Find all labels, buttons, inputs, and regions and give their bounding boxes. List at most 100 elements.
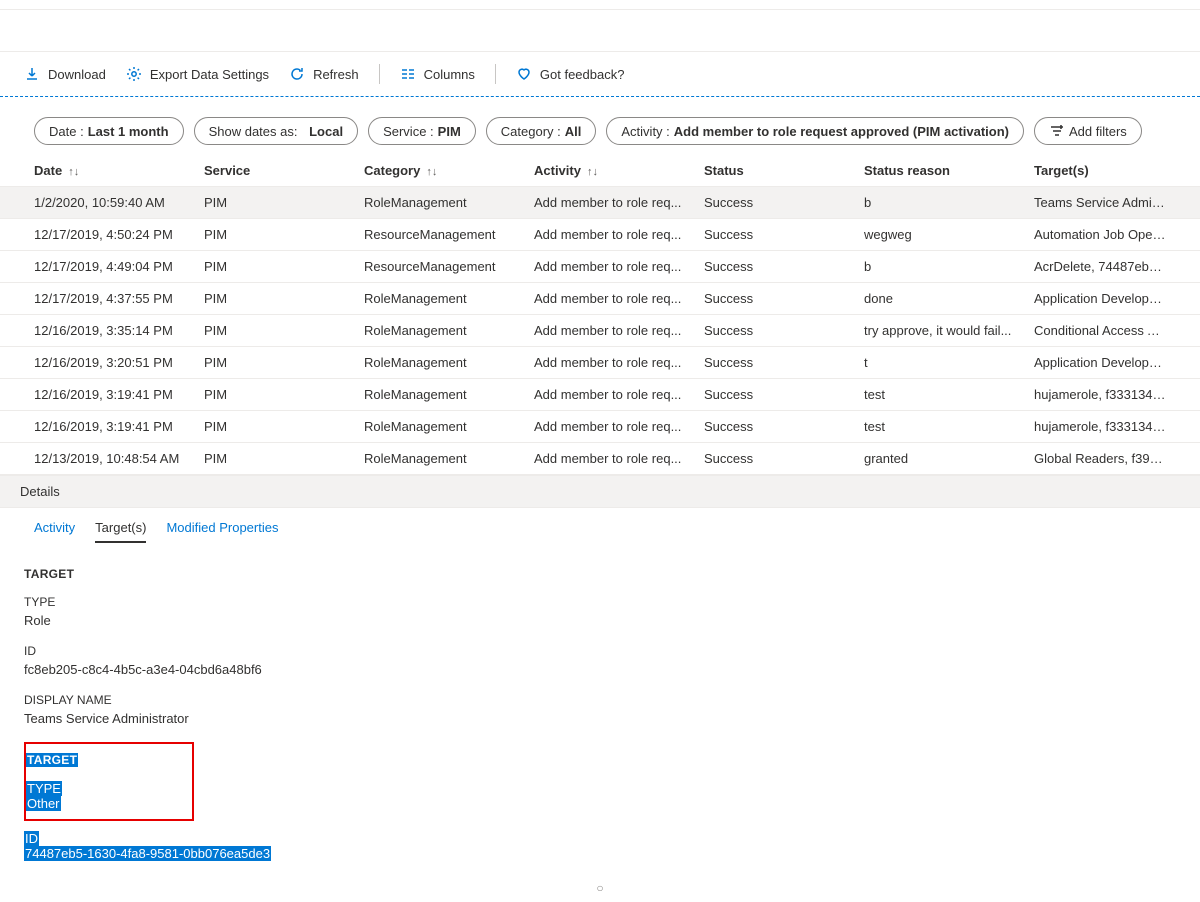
cell-status: Success xyxy=(704,227,864,242)
filter-date[interactable]: Date : Last 1 month xyxy=(34,117,184,145)
columns-label: Columns xyxy=(424,67,475,82)
cell-category: ResourceManagement xyxy=(364,227,534,242)
filter-service[interactable]: Service : PIM xyxy=(368,117,476,145)
col-header-status-reason[interactable]: Status reason xyxy=(864,163,1034,178)
table-row[interactable]: 12/13/2019, 10:48:54 AMPIMRoleManagement… xyxy=(0,443,1200,475)
tab-activity[interactable]: Activity xyxy=(34,514,75,543)
details-body: TARGET TYPE Role ID fc8eb205-c8c4-4b5c-a… xyxy=(0,543,1200,877)
download-label: Download xyxy=(48,67,106,82)
cell-status: Success xyxy=(704,451,864,466)
cell-targets: Teams Service Administr... xyxy=(1034,195,1176,210)
table-row[interactable]: 12/16/2019, 3:19:41 PMPIMRoleManagementA… xyxy=(0,411,1200,443)
cell-service: PIM xyxy=(204,451,364,466)
cell-date: 12/13/2019, 10:48:54 AM xyxy=(34,451,204,466)
cell-status: Success xyxy=(704,387,864,402)
cell-service: PIM xyxy=(204,387,364,402)
cell-status: Success xyxy=(704,291,864,306)
columns-icon xyxy=(400,66,416,82)
target2-type-label: TYPE xyxy=(26,781,62,796)
refresh-button[interactable]: Refresh xyxy=(289,66,359,82)
col-header-category[interactable]: Category↑↓ xyxy=(364,163,534,178)
cell-date: 12/17/2019, 4:37:55 PM xyxy=(34,291,204,306)
table-row[interactable]: 12/17/2019, 4:50:24 PMPIMResourceManagem… xyxy=(0,219,1200,251)
cell-date: 12/17/2019, 4:50:24 PM xyxy=(34,227,204,242)
cell-status: Success xyxy=(704,259,864,274)
cell-date: 12/16/2019, 3:20:51 PM xyxy=(34,355,204,370)
cell-date: 12/16/2019, 3:19:41 PM xyxy=(34,387,204,402)
table-row[interactable]: 12/17/2019, 4:49:04 PMPIMResourceManagem… xyxy=(0,251,1200,283)
table-row[interactable]: 12/16/2019, 3:35:14 PMPIMRoleManagementA… xyxy=(0,315,1200,347)
col-header-targets[interactable]: Target(s) xyxy=(1034,163,1176,178)
highlighted-target-box: TARGET TYPE Other xyxy=(24,742,194,821)
cell-activity: Add member to role req... xyxy=(534,419,704,434)
cell-reason: test xyxy=(864,419,1034,434)
columns-button[interactable]: Columns xyxy=(400,66,475,82)
cell-status: Success xyxy=(704,195,864,210)
cell-status: Success xyxy=(704,323,864,338)
cell-service: PIM xyxy=(204,259,364,274)
target2-id-value: 74487eb5-1630-4fa8-9581-0bb076ea5de3 xyxy=(24,846,271,861)
resize-handle[interactable]: ○ xyxy=(0,881,1200,895)
download-icon xyxy=(24,66,40,82)
target2-section-title: TARGET xyxy=(26,753,78,767)
separator xyxy=(495,64,496,84)
cell-targets: Global Readers, f39b575... xyxy=(1034,451,1176,466)
tab-modified-properties[interactable]: Modified Properties xyxy=(166,514,278,543)
filter-category-value: All xyxy=(565,124,582,139)
table-header: Date↑↓ Service Category↑↓ Activity↑↓ Sta… xyxy=(0,155,1200,187)
filter-service-label: Service : xyxy=(383,124,434,139)
cell-category: RoleManagement xyxy=(364,355,534,370)
filter-showdates-label: Show dates as: xyxy=(209,124,298,139)
target1-display-value: Teams Service Administrator xyxy=(24,711,1176,726)
cell-activity: Add member to role req... xyxy=(534,227,704,242)
download-button[interactable]: Download xyxy=(24,66,106,82)
filter-category-label: Category : xyxy=(501,124,561,139)
cell-category: RoleManagement xyxy=(364,419,534,434)
cell-service: PIM xyxy=(204,323,364,338)
gear-icon xyxy=(126,66,142,82)
col-header-date[interactable]: Date↑↓ xyxy=(34,163,204,178)
export-settings-label: Export Data Settings xyxy=(150,67,269,82)
cell-date: 12/16/2019, 3:19:41 PM xyxy=(34,419,204,434)
cell-category: RoleManagement xyxy=(364,387,534,402)
col-header-service[interactable]: Service xyxy=(204,163,364,178)
feedback-button[interactable]: Got feedback? xyxy=(516,66,625,82)
table-row[interactable]: 12/17/2019, 4:37:55 PMPIMRoleManagementA… xyxy=(0,283,1200,315)
filter-activity[interactable]: Activity : Add member to role request ap… xyxy=(606,117,1024,145)
target1-id-label: ID xyxy=(24,644,1176,658)
refresh-icon xyxy=(289,66,305,82)
cell-reason: t xyxy=(864,355,1034,370)
filter-date-value: Last 1 month xyxy=(88,124,169,139)
col-header-activity[interactable]: Activity↑↓ xyxy=(534,163,704,178)
cell-category: ResourceManagement xyxy=(364,259,534,274)
filter-service-value: PIM xyxy=(438,124,461,139)
target1-display-label: DISPLAY NAME xyxy=(24,693,1176,707)
table-row[interactable]: 12/16/2019, 3:20:51 PMPIMRoleManagementA… xyxy=(0,347,1200,379)
cell-targets: hujamerole, f333134d-e... xyxy=(1034,419,1176,434)
cell-service: PIM xyxy=(204,227,364,242)
table-row[interactable]: 12/16/2019, 3:19:41 PMPIMRoleManagementA… xyxy=(0,379,1200,411)
filter-activity-label: Activity : xyxy=(621,124,669,139)
separator xyxy=(379,64,380,84)
cell-targets: AcrDelete, 74487eb5-16... xyxy=(1034,259,1176,274)
cell-service: PIM xyxy=(204,355,364,370)
cell-date: 12/17/2019, 4:49:04 PM xyxy=(34,259,204,274)
filter-bar: Date : Last 1 month Show dates as: Local… xyxy=(0,97,1200,155)
add-filters-button[interactable]: Add filters xyxy=(1034,117,1142,145)
heart-icon xyxy=(516,66,532,82)
cell-activity: Add member to role req... xyxy=(534,387,704,402)
cell-service: PIM xyxy=(204,419,364,434)
cell-targets: Application Developer, 9... xyxy=(1034,291,1176,306)
cell-targets: Automation Job Operat... xyxy=(1034,227,1176,242)
cell-status: Success xyxy=(704,355,864,370)
col-header-status[interactable]: Status xyxy=(704,163,864,178)
cell-status: Success xyxy=(704,419,864,434)
filter-showdates[interactable]: Show dates as: Local xyxy=(194,117,358,145)
target2-id-label: ID xyxy=(24,831,39,846)
table-row[interactable]: 1/2/2020, 10:59:40 AMPIMRoleManagementAd… xyxy=(0,187,1200,219)
filter-category[interactable]: Category : All xyxy=(486,117,597,145)
export-settings-button[interactable]: Export Data Settings xyxy=(126,66,269,82)
tab-targets[interactable]: Target(s) xyxy=(95,514,146,543)
cell-targets: hujamerole, f333134d-e... xyxy=(1034,387,1176,402)
target1-type-value: Role xyxy=(24,613,1176,628)
